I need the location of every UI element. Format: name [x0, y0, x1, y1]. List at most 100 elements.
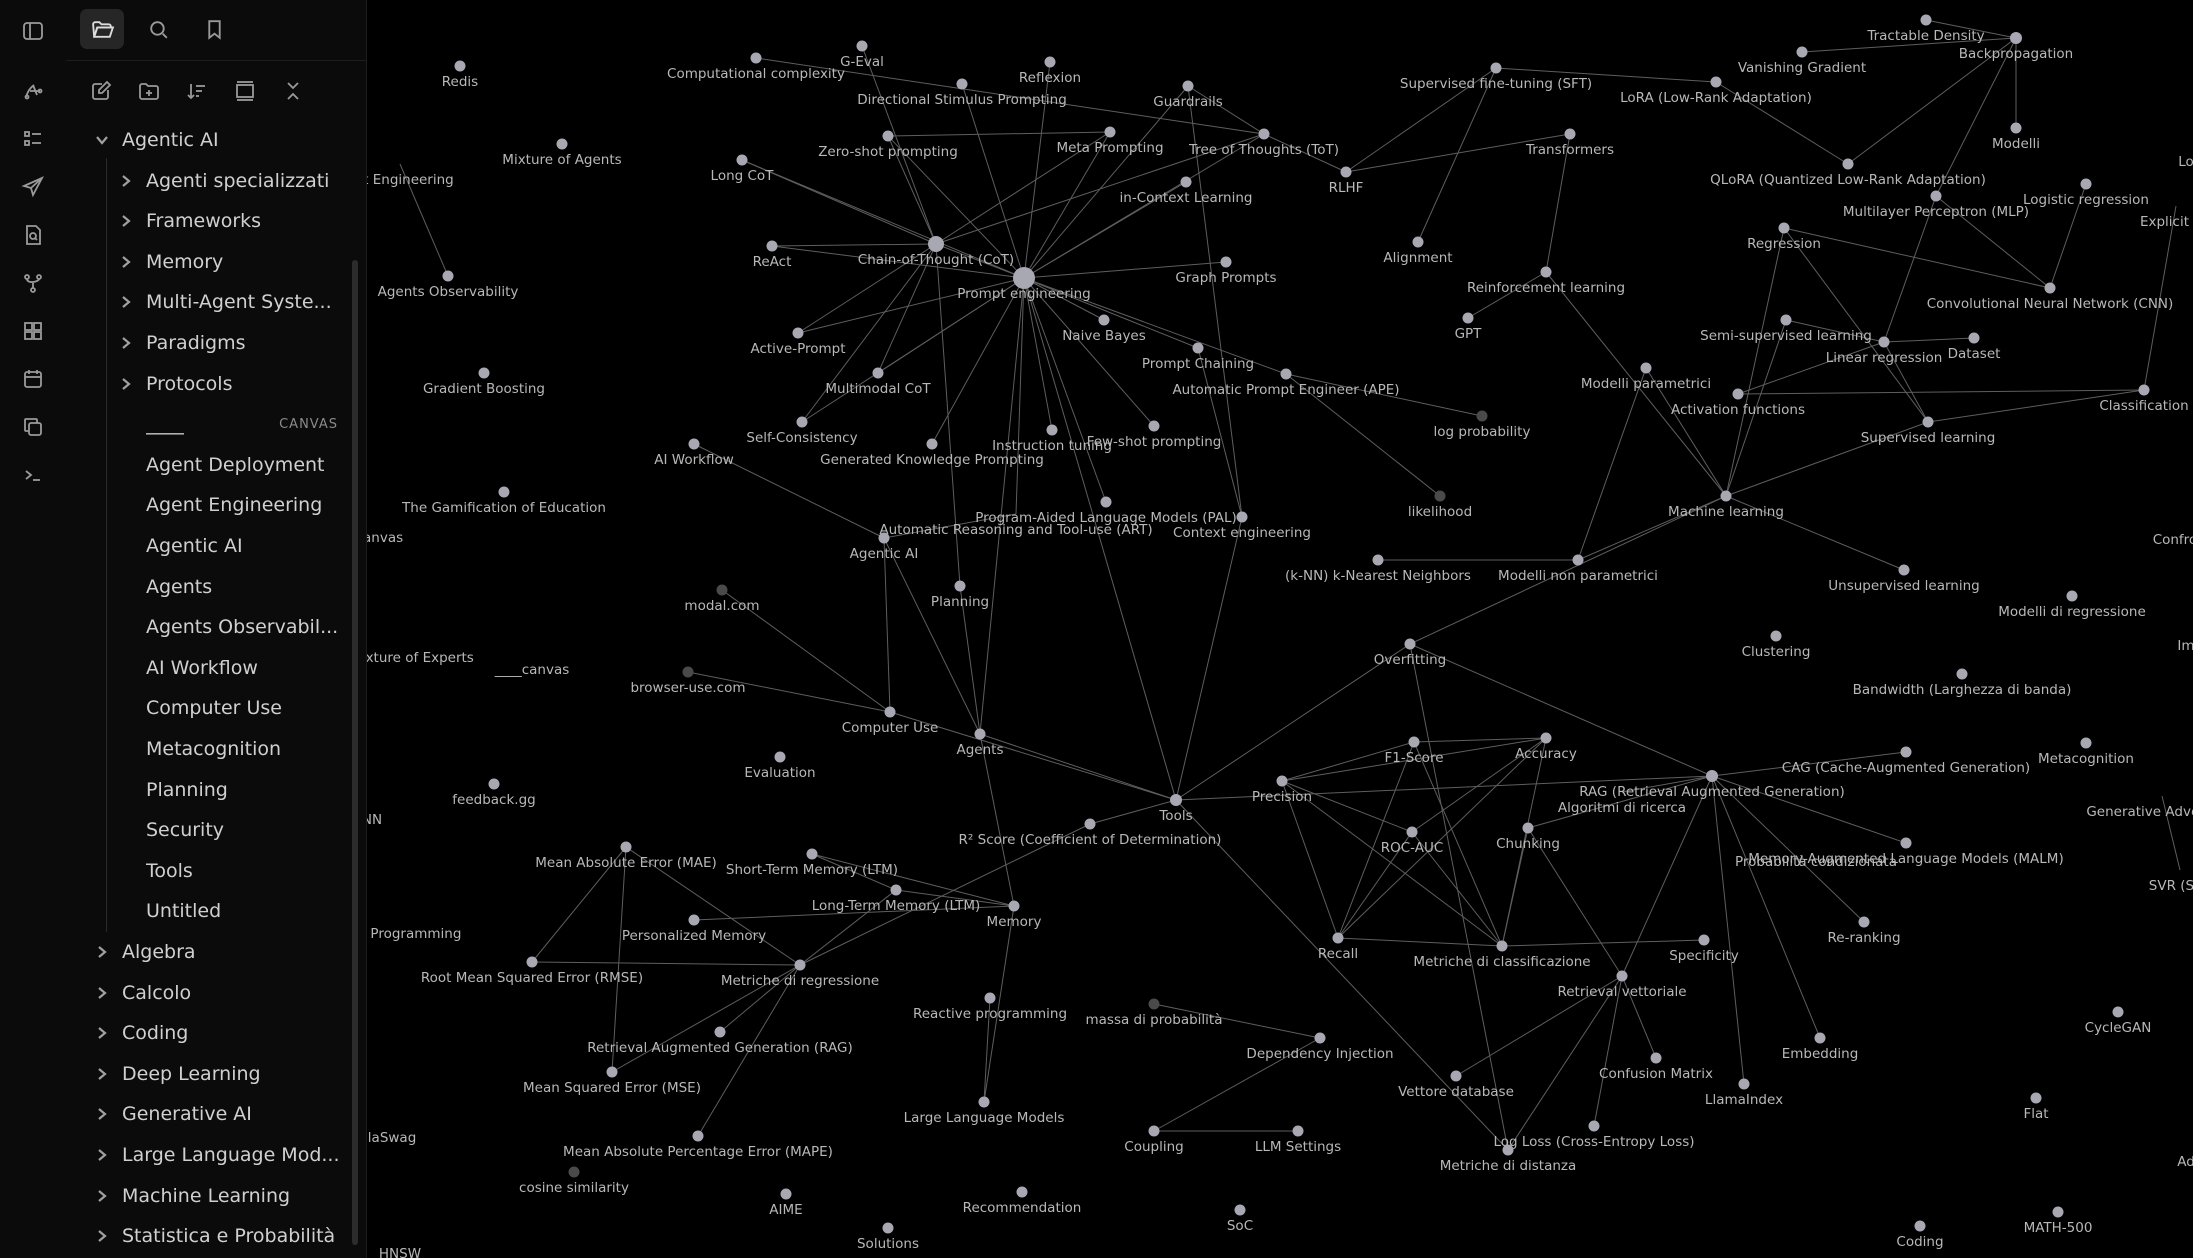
graph-node-dot[interactable] — [1706, 770, 1718, 782]
tree-item[interactable]: Deep Learning — [66, 1056, 346, 1092]
graph-node[interactable]: Log Loss (Cross-Entropy Loss) — [1493, 1120, 1695, 1151]
collapse-all-button[interactable] — [275, 73, 311, 109]
graph-node[interactable]: Mean Squared Error (MSE) — [523, 1066, 701, 1097]
tree-item[interactable]: Agent Deployment — [66, 447, 346, 483]
tree-item[interactable]: Multi-Agent Syste... — [66, 284, 346, 320]
graph-node[interactable]: browser-use.com — [630, 666, 746, 697]
graph-node-dot[interactable] — [806, 848, 818, 860]
graph-node[interactable]: Lo — [2178, 154, 2193, 170]
graph-node[interactable]: Confusion Matrix — [1599, 1052, 1713, 1083]
graph-node[interactable]: QLoRA (Quantized Low-Rank Adaptation) — [1710, 158, 1986, 189]
graph-node-dot[interactable] — [882, 130, 894, 142]
graph-node[interactable]: Supervised fine-tuning (SFT) — [1400, 62, 1592, 93]
graph-node-dot[interactable] — [1540, 266, 1552, 278]
git-fork-icon[interactable] — [14, 264, 52, 302]
graph-node[interactable]: Accuracy — [1515, 732, 1577, 763]
tree-item[interactable]: Planning — [66, 772, 346, 808]
graph-node[interactable]: Convolutional Neural Network (CNN) — [1927, 282, 2174, 313]
graph-node[interactable]: Reinforcement learning — [1467, 266, 1625, 297]
graph-node[interactable]: Self-Consistency — [746, 416, 858, 447]
graph-node[interactable]: Vettore database — [1398, 1070, 1514, 1101]
graph-node[interactable]: Personalized Memory — [622, 914, 766, 945]
chevron-right-icon[interactable] — [92, 1226, 112, 1246]
graph-node[interactable]: ____canvas — [494, 662, 570, 678]
graph-node[interactable]: Root Mean Squared Error (RMSE) — [421, 956, 643, 987]
tree-item[interactable]: Agentic AI — [66, 528, 346, 564]
graph-node-dot[interactable] — [688, 438, 700, 450]
graph-node[interactable]: Long-Term Memory (LTM) — [812, 884, 981, 915]
graph-node[interactable]: Retrieval Augmented Generation (RAG) — [587, 1026, 853, 1057]
graph-node-dot[interactable] — [792, 327, 804, 339]
graph-node-dot[interactable] — [736, 154, 748, 166]
graph-node[interactable]: ROC-AUC — [1381, 826, 1444, 857]
graph-node[interactable]: Specificity — [1669, 934, 1739, 965]
graph-node[interactable]: Naive Bayes — [1062, 314, 1146, 345]
chevron-right-icon[interactable] — [92, 1023, 112, 1043]
graph-node[interactable]: CAG (Cache-Augmented Generation) — [1782, 746, 2030, 777]
graph-node-dot[interactable] — [984, 992, 996, 1004]
graph-node-dot[interactable] — [1956, 668, 1968, 680]
graph-node[interactable]: Tree of Thoughts (ToT) — [1188, 128, 1339, 159]
graph-node-dot[interactable] — [750, 52, 762, 64]
tree-item[interactable]: Frameworks — [66, 203, 346, 239]
graph-node-dot[interactable] — [1564, 128, 1576, 140]
graph-node[interactable]: Planning — [931, 580, 989, 611]
graph-node[interactable]: Retrieval vettoriale — [1557, 970, 1687, 1001]
graph-node[interactable]: Metacognition — [2038, 737, 2134, 768]
graph-node-dot[interactable] — [1540, 732, 1552, 744]
graph-node[interactable]: cosine similarity — [519, 1166, 629, 1197]
graph-node-dot[interactable] — [956, 78, 968, 90]
graph-node[interactable]: Algoritmi di ricerca — [1558, 800, 1686, 816]
graph-node-dot[interactable] — [978, 1096, 990, 1108]
graph-node-dot[interactable] — [2030, 1092, 2042, 1104]
graph-node-dot[interactable] — [774, 751, 786, 763]
graph-node[interactable]: Transformers — [1525, 128, 1614, 159]
tree-item[interactable]: Security — [66, 812, 346, 848]
graph-node[interactable]: Mixture of Agents — [502, 138, 622, 169]
graph-node-dot[interactable] — [442, 270, 454, 282]
graph-node[interactable]: Memory-Augmented Language Models (MALM) — [1748, 837, 2064, 868]
tree-item[interactable]: Metacognition — [66, 731, 346, 767]
graph-node-dot[interactable] — [928, 236, 944, 252]
graph-node[interactable]: GPT — [1455, 312, 1483, 343]
graph-node-dot[interactable] — [1236, 511, 1248, 523]
graph-node-dot[interactable] — [1100, 496, 1112, 508]
graph-node[interactable]: Computer Use — [842, 706, 939, 737]
graph-node[interactable]: Chunking — [1496, 822, 1560, 853]
graph-node-dot[interactable] — [556, 138, 568, 150]
graph-node[interactable]: Redis — [442, 60, 478, 91]
graph-node-dot[interactable] — [766, 240, 778, 252]
graph-node[interactable]: Multimodal CoT — [825, 367, 931, 398]
graph-node-dot[interactable] — [1098, 314, 1110, 326]
tree-item[interactable]: Protocols — [66, 366, 346, 402]
graph-node[interactable]: Agents Observability — [378, 270, 519, 301]
graph-node-dot[interactable] — [1502, 1144, 1514, 1156]
graph-canvas[interactable]: Redis Computational complexityG-Eval Refle… — [367, 0, 2193, 1258]
graph-node[interactable]: Automatic Reasoning and Tool-use (ART) — [879, 522, 1152, 538]
graph-node[interactable]: SVR (Sup — [2149, 878, 2193, 894]
graph-node-dot[interactable] — [2052, 1206, 2064, 1218]
graph-node[interactable]: Flat — [2023, 1092, 2049, 1123]
graph-node-dot[interactable] — [794, 959, 806, 971]
graph-node-dot[interactable] — [1616, 970, 1628, 982]
graph-node-dot[interactable] — [1170, 794, 1182, 806]
graph-node[interactable]: The Gamification of Education — [401, 486, 606, 517]
graph-node-dot[interactable] — [1640, 362, 1652, 374]
graph-node[interactable]: Graph Prompts — [1175, 256, 1277, 287]
graph-node[interactable]: Alignment — [1383, 236, 1453, 267]
graph-node[interactable]: Chain-of-Thought (CoT) — [858, 236, 1014, 268]
chevron-right-icon[interactable] — [92, 1186, 112, 1206]
graph-node-dot[interactable] — [1842, 158, 1854, 170]
graph-node-dot[interactable] — [1572, 554, 1584, 566]
graph-node[interactable]: AIME — [769, 1188, 803, 1219]
chevron-right-icon[interactable] — [92, 1064, 112, 1084]
tree-item[interactable]: Agenti specializzati — [66, 163, 346, 199]
graph-node-dot[interactable] — [1016, 1186, 1028, 1198]
graph-node-dot[interactable] — [714, 1026, 726, 1038]
graph-node[interactable]: Mean Absolute Percentage Error (MAPE) — [563, 1130, 833, 1161]
graph-node-dot[interactable] — [1104, 126, 1116, 138]
graph-node[interactable]: Evaluation — [744, 751, 816, 782]
tree-item[interactable]: Tools — [66, 853, 346, 889]
graph-node-dot[interactable] — [2010, 32, 2022, 44]
graph-node[interactable]: Vanishing Gradient — [1738, 46, 1866, 77]
